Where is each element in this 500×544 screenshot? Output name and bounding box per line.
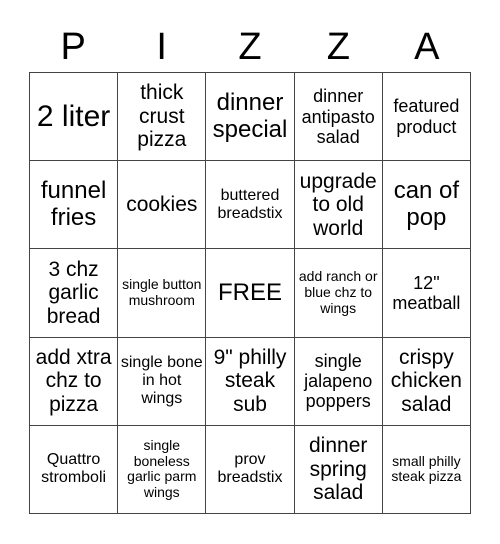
bingo-cell[interactable]: 12" meatball [382,249,471,338]
bingo-cell[interactable]: Quattro stromboli [30,425,119,514]
bingo-card-grid: 2 liter thick crust pizza dinner special di… [29,72,471,514]
header-letter-i: I [156,26,167,68]
bingo-cell[interactable]: dinner antipasto salad [294,73,383,162]
bingo-cell[interactable]: small philly steak pizza [382,425,471,514]
bingo-cell[interactable]: funnel fries [30,161,119,250]
bingo-cell[interactable]: 3 chz garlic bread [30,249,119,338]
bingo-cell[interactable]: add xtra chz to pizza [30,337,119,426]
bingo-cell[interactable]: 9" philly steak sub [206,337,295,426]
header-letter-z1: Z [238,26,262,68]
bingo-cell[interactable]: buttered breadstix [206,161,295,250]
bingo-cell[interactable]: add ranch or blue chz to wings [294,249,383,338]
bingo-cell[interactable]: featured product [382,73,471,162]
bingo-cell[interactable]: single bone in hot wings [118,337,207,426]
header-letter-a: A [414,26,440,68]
bingo-cell[interactable]: prov breadstix [206,425,295,514]
bingo-header: P I Z Z A [29,22,471,72]
bingo-cell[interactable]: dinner special [206,73,295,162]
bingo-cell[interactable]: 2 liter [30,73,119,162]
bingo-cell[interactable]: can of pop [382,161,471,250]
bingo-cell[interactable]: cookies [118,161,207,250]
bingo-cell[interactable]: single button mushroom [118,249,207,338]
bingo-cell[interactable]: single jalapeno poppers [294,337,383,426]
header-letter-z2: Z [326,26,350,68]
bingo-cell-free[interactable]: FREE [206,249,295,338]
bingo-cell[interactable]: single boneless garlic parm wings [118,425,207,514]
bingo-cell[interactable]: dinner spring salad [294,425,383,514]
bingo-cell[interactable]: thick crust pizza [118,73,207,162]
bingo-cell[interactable]: crispy chicken salad [382,337,471,426]
bingo-cell[interactable]: upgrade to old world [294,161,383,250]
header-letter-p: P [60,26,86,68]
